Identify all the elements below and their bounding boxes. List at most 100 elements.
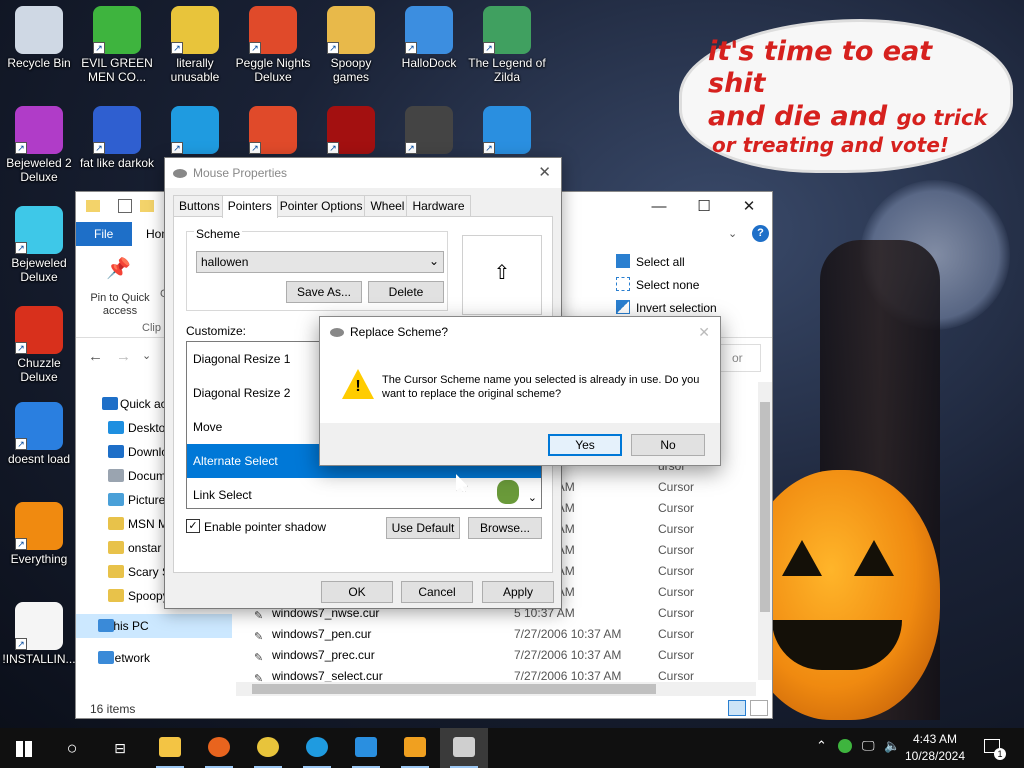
cancel-button[interactable]: Cancel	[401, 581, 473, 603]
desktop-icon[interactable]: ↗	[468, 106, 546, 156]
pointer-shadow-checkbox[interactable]: ✓	[186, 519, 200, 533]
volume-icon[interactable]: 🔈	[884, 738, 900, 754]
close-icon[interactable]: ✕	[538, 158, 551, 188]
desktop-icon[interactable]: ↗ Bejeweled Deluxe	[0, 206, 78, 284]
invert-selection-icon	[616, 300, 630, 314]
help-icon[interactable]: ?	[752, 225, 769, 242]
thunderbird-icon: ↗	[15, 402, 63, 450]
taskbar-store-button[interactable]	[391, 728, 439, 768]
desktop-icon[interactable]: ↗ Spoopy games	[312, 6, 390, 84]
desktop-icon[interactable]: ↗ fat like darkok	[78, 106, 156, 170]
tray-app-icon[interactable]	[838, 739, 852, 753]
desktop-icon[interactable]: ↗	[234, 106, 312, 156]
desktop-icon[interactable]: ↗	[312, 106, 390, 156]
vertical-scrollbar[interactable]	[758, 382, 772, 680]
scheme-select[interactable]: hallowen ⌄	[196, 251, 444, 273]
horizontal-scrollbar[interactable]	[236, 682, 756, 696]
browse-button[interactable]: Browse...	[468, 517, 542, 539]
nav-item[interactable]: This PC	[76, 614, 232, 638]
desktop-icon-label: !INSTALLIN...	[2, 652, 76, 666]
desktop-icon[interactable]: ↗	[390, 106, 468, 156]
store-icon	[404, 737, 426, 757]
bejeweled2-icon: ↗	[15, 106, 63, 154]
desktop-icon[interactable]: ↗ Bejeweled 2 Deluxe	[0, 106, 78, 184]
cursor-list-label: Diagonal Resize 2	[193, 386, 291, 400]
apply-button[interactable]: Apply	[482, 581, 554, 603]
desktop-icon-label: Bejeweled 2 Deluxe	[6, 156, 72, 184]
select-all-button[interactable]: Select all	[636, 255, 685, 269]
taskbar-file-explorer-button[interactable]	[146, 728, 194, 768]
desktop-icon[interactable]: ↗ Chuzzle Deluxe	[0, 306, 78, 384]
horizontal-scroll-thumb[interactable]	[252, 684, 656, 694]
taskbar-chrome-button[interactable]	[244, 728, 292, 768]
taskbar-firefox-button[interactable]	[195, 728, 243, 768]
new-folder-icon[interactable]	[140, 200, 154, 212]
taskbar-edge-button[interactable]	[293, 728, 341, 768]
status-bar-item-count: 16 items	[90, 702, 136, 716]
shortcut-arrow-icon: ↗	[249, 142, 261, 154]
search-icon[interactable]: ○	[48, 728, 96, 768]
task-view-icon[interactable]: ⊟	[96, 728, 144, 768]
file-row[interactable]: windows7_pen.cur 7/27/2006 10:37 AM Cursor…	[236, 624, 756, 645]
forward-icon[interactable]: →	[116, 348, 131, 365]
close-icon[interactable]: ✕	[726, 192, 772, 222]
desktop-icon[interactable]: ↗ EVIL GREEN MEN CO...	[78, 6, 156, 84]
vertical-scroll-thumb[interactable]	[760, 402, 770, 612]
star-icon	[102, 397, 118, 410]
tab-pointers[interactable]: Pointers	[221, 195, 278, 218]
minimize-icon[interactable]: —	[636, 192, 682, 222]
collapse-ribbon-icon[interactable]: ⌄	[728, 227, 737, 240]
taskbar-mouse-button[interactable]	[440, 728, 488, 768]
yes-button[interactable]: Yes	[548, 434, 622, 456]
peggle-icon: ↗	[249, 6, 297, 54]
large-icons-view-icon[interactable]	[750, 700, 768, 716]
start-button[interactable]	[0, 728, 48, 768]
details-view-icon[interactable]	[728, 700, 746, 716]
pumpkin-mouth	[772, 620, 902, 670]
desktop-icon[interactable]: ↗ HalloDock	[390, 6, 468, 70]
properties-icon[interactable]	[118, 199, 132, 213]
desktop-icon-label: Everything	[10, 552, 68, 566]
invert-selection-button[interactable]: Invert selection	[636, 301, 717, 315]
tab-file[interactable]: File	[76, 222, 132, 246]
back-icon[interactable]: ←	[88, 348, 103, 365]
network-icon[interactable]: 🖵	[862, 738, 875, 754]
recent-locations-icon[interactable]: ⌄	[142, 349, 151, 362]
show-hidden-icons-icon[interactable]: ⌃	[816, 738, 827, 754]
taskbar-app-button[interactable]	[342, 728, 390, 768]
shortcut-arrow-icon: ↗	[249, 42, 261, 54]
ok-button[interactable]: OK	[321, 581, 393, 603]
desktop-icon[interactable]: ↗ !INSTALLIN...	[0, 602, 78, 666]
no-button[interactable]: No	[631, 434, 705, 456]
desktop-icon[interactable]: ↗ literally unusable	[156, 6, 234, 84]
save-as-button[interactable]: Save As...	[286, 281, 362, 303]
select-none-button[interactable]: Select none	[636, 278, 699, 292]
desktop-icon[interactable]: Recycle Bin	[0, 6, 78, 70]
maximize-icon[interactable]: ☐	[681, 192, 727, 222]
use-default-button[interactable]: Use Default	[386, 517, 460, 539]
desktop-icon[interactable]: ↗ doesnt load	[0, 402, 78, 466]
desktop-icon	[108, 421, 124, 434]
tab-buttons[interactable]: Buttons	[173, 195, 226, 216]
close-icon[interactable]: ✕	[698, 317, 710, 347]
pin-to-quick-access-button[interactable]: Pin to Quick access	[82, 292, 158, 318]
mouse-tabs: Buttons Pointers Pointer Options Wheel Hardw…	[173, 195, 471, 218]
tab-hardware[interactable]: Hardware	[406, 195, 471, 216]
tab-pointer-options[interactable]: Pointer Options	[273, 195, 369, 216]
nav-item-label: Deskto	[128, 421, 166, 435]
desktop-icon[interactable]: ↗ Everything	[0, 502, 78, 566]
desktop-icon[interactable]: ↗ The Legend of Zilda	[468, 6, 546, 84]
desktop-icon[interactable]: ↗ Peggle Nights Deluxe	[234, 6, 312, 84]
nav-item[interactable]: Network	[76, 646, 232, 670]
folder-icon	[86, 200, 100, 212]
delete-button[interactable]: Delete	[368, 281, 444, 303]
tab-wheel[interactable]: Wheel	[364, 195, 411, 216]
scroll-down-icon[interactable]: ⌄	[528, 491, 537, 504]
clock-time[interactable]: 4:43 AM	[900, 732, 970, 746]
cursor-list-item[interactable]: Link Select	[187, 478, 541, 508]
file-row[interactable]: windows7_prec.cur 7/27/2006 10:37 AM Curso…	[236, 645, 756, 666]
desktop-icon[interactable]: ↗	[156, 106, 234, 156]
nav-item-label: onstar	[128, 541, 162, 555]
pc-icon	[98, 619, 114, 632]
clock-date[interactable]: 10/28/2024	[900, 749, 970, 763]
